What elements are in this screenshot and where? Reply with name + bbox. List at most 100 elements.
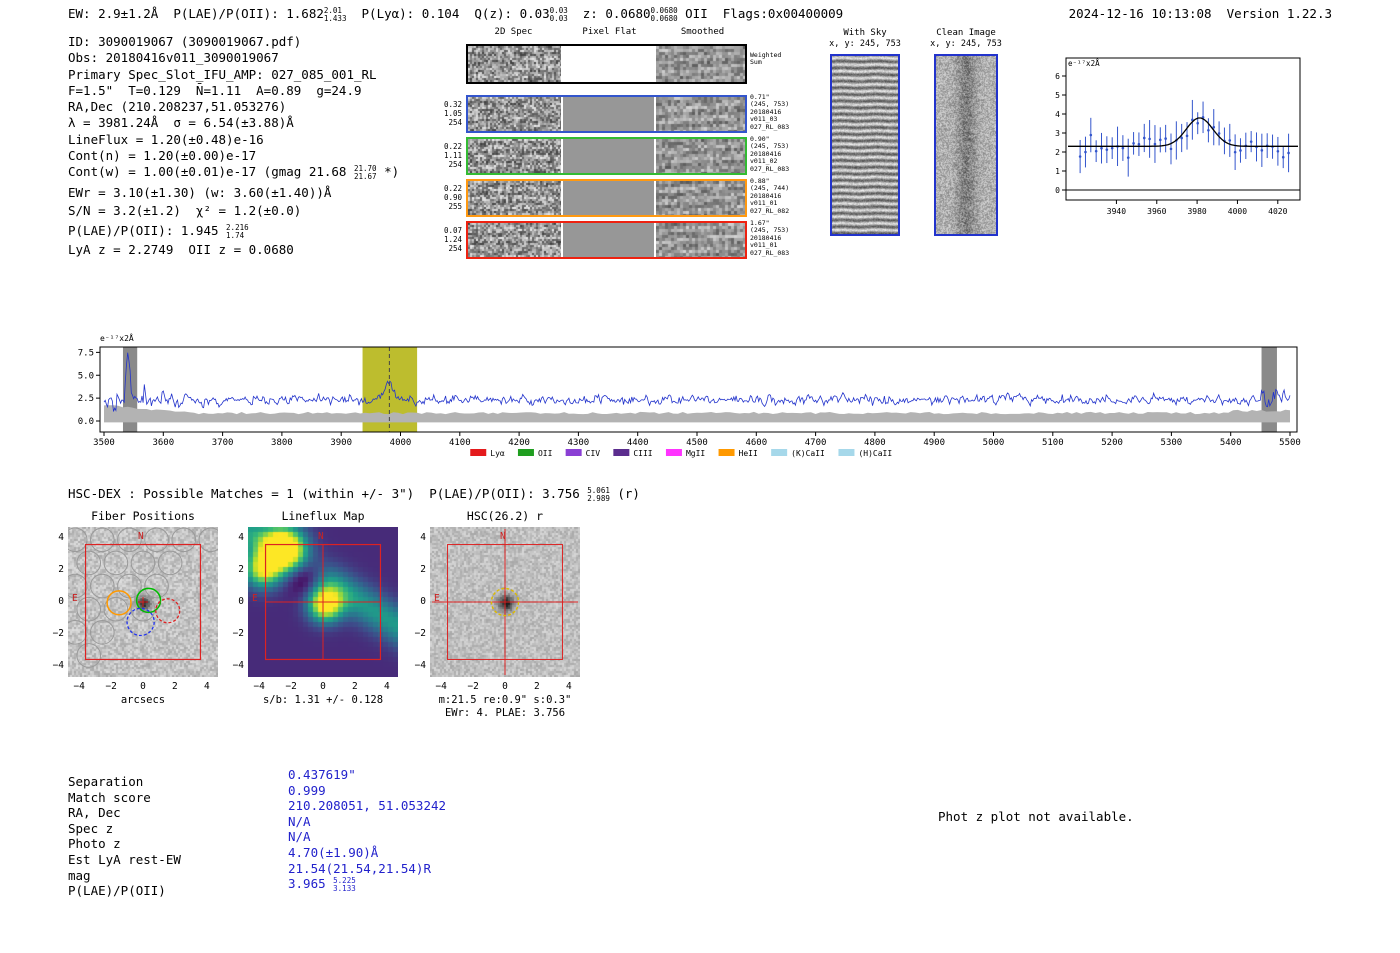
cutout-x-tick: 0 xyxy=(502,681,508,692)
y-tick-label: 7.5 xyxy=(78,348,94,358)
info-line: S/N = 3.2(±1.2) χ² = 1.2(±0.0) xyxy=(68,203,399,219)
spec2d-row xyxy=(466,137,747,175)
cutout-y-tick: 4 xyxy=(420,532,426,544)
cutout-y-tick: −2 xyxy=(232,627,244,639)
text-token: S/N = 3.2(±1.2) χ² = 1.2(±0.0) xyxy=(68,203,302,219)
text-token: ID: 3090019067 (3090019067.pdf) xyxy=(68,34,302,49)
left-label-line: 254 xyxy=(448,118,462,127)
cutout-y-tick: 4 xyxy=(58,532,64,544)
smoothed-image xyxy=(656,46,745,82)
fiber-circle xyxy=(76,596,102,622)
sup-sub-stack: 0.0680 0.0680 xyxy=(651,6,678,23)
spec2d-row-right-labels: 1.67" (245, 753) 20180416 v011_01 027_RL_083 xyxy=(750,219,790,257)
x-tick-label: 5300 xyxy=(1161,438,1183,448)
spec2d-image xyxy=(468,181,561,215)
pixel-flat-image xyxy=(563,139,654,173)
legend-label: OII xyxy=(538,449,553,458)
inset-ylabel: e⁻¹⁷x2Å xyxy=(1068,59,1100,68)
cutout-overlay xyxy=(264,543,382,661)
text-token: Cont(w) = 1.00(±0.01)e-17 (gmag 21.68 xyxy=(68,164,354,180)
data-point xyxy=(1089,133,1093,137)
match-row-value: 21.54(21.54,21.54)R xyxy=(288,861,446,877)
cutout-y-tick: −4 xyxy=(52,659,64,671)
spec2d-row-left-labels: 0.22 0.90 255 xyxy=(440,184,462,211)
info-line: Obs: 20180416v011_3090019067 xyxy=(68,50,399,66)
fiber-circle xyxy=(144,573,169,599)
spec2d-row-left-labels: 0.32 1.05 254 xyxy=(440,100,462,127)
x-tick-label: 3600 xyxy=(152,438,174,448)
selected-fiber-circle xyxy=(135,587,162,614)
error-band xyxy=(104,405,1290,423)
info-line: LyA z = 2.2749 OII z = 0.0680 xyxy=(68,242,399,258)
compass-north: N xyxy=(500,531,506,542)
right-label-line: 027_RL_083 xyxy=(750,122,790,131)
text-token: HSC-DEX : Possible Matches = 1 (within +… xyxy=(68,486,588,501)
info-line: F=1.5" T=0.129 N̄=1.11 A=0.89 g=24.9 xyxy=(68,83,399,99)
detection-info-block: ID: 3090019067 (3090019067.pdf) Obs: 2018… xyxy=(68,34,399,258)
spec2d-col-header: Smoothed xyxy=(680,27,725,37)
x-tick-label: 3980 xyxy=(1187,207,1206,216)
match-label-column: Separation Match score RA, Dec Spec z Photo … xyxy=(68,774,181,899)
sub-value: 21.67 xyxy=(353,171,377,181)
match-value-column: 0.437619" 0.999 210.208051, 51.053242 N/A N/… xyxy=(288,767,446,893)
left-label-line: 0.07 xyxy=(443,226,462,235)
text-token: Cont(n) = 1.20(±0.00)e-17 xyxy=(68,148,257,164)
x-tick-label: 4100 xyxy=(449,438,471,448)
spectrum-ylabel: e⁻¹⁷x2Å xyxy=(100,334,134,343)
x-tick-label: 4400 xyxy=(627,438,649,448)
data-point xyxy=(1126,156,1130,159)
fiber-circle xyxy=(130,550,156,576)
pixel-flat-image xyxy=(563,181,654,215)
spec2d-row-right-labels: 0.71" (245, 753) 20180416 v011_03 027_RL_083 xyxy=(750,93,790,131)
cutout-title: HSC(26.2) r xyxy=(466,509,544,523)
spec2d-col-header: Pixel Flat xyxy=(582,27,637,37)
pixel-flat-image xyxy=(563,97,654,131)
cutout-y-tick: 0 xyxy=(238,596,244,607)
pixel-flat-image xyxy=(563,223,654,257)
data-point xyxy=(1084,150,1087,154)
left-label-line: 255 xyxy=(448,202,462,211)
cutout-x-tick: 4 xyxy=(203,681,210,692)
x-tick-label: 3800 xyxy=(271,438,293,448)
weighted-sum-label: Weighted Sum xyxy=(750,51,782,67)
info-line: Cont(n) = 1.20(±0.00)e-17 xyxy=(68,148,399,164)
sup-sub-stack: 2.01 1.433 xyxy=(324,6,347,23)
data-point xyxy=(1180,136,1183,140)
cutout-x-tick: 0 xyxy=(320,681,326,692)
hsc-dex-header: HSC-DEX : Possible Matches = 1 (within +… xyxy=(68,486,640,503)
y-tick-label: 2 xyxy=(1055,148,1060,157)
compass-north: N xyxy=(138,531,144,542)
fiber-circle xyxy=(76,550,102,576)
legend-label: HeII xyxy=(739,449,758,458)
match-row-label: P(LAE)/P(OII) xyxy=(68,883,166,899)
x-tick-label: 4000 xyxy=(390,438,412,448)
compass-north: N xyxy=(318,531,324,542)
left-label-line: 0.22 xyxy=(443,142,462,151)
data-point xyxy=(1169,147,1173,151)
spec2d-row-right-labels: 0.88" (245, 744) 20180416 v011_01 027_RL_082 xyxy=(750,177,789,215)
legend-swatch xyxy=(565,449,582,456)
pixel-flat-blank xyxy=(563,46,654,82)
info-line: Primary Spec_Slot_IFU_AMP: 027_085_001_R… xyxy=(68,67,399,83)
data-point xyxy=(1287,151,1290,155)
legend-swatch xyxy=(665,449,682,456)
legend-swatch xyxy=(470,449,487,456)
x-tick-label: 4700 xyxy=(805,438,827,448)
x-tick-label: 4800 xyxy=(864,438,886,448)
legend-swatch xyxy=(771,449,788,456)
text-token: 21.54(21.54,21.54)R xyxy=(288,860,431,876)
legend-swatch xyxy=(718,449,735,456)
right-label-line: 027_RL_083 xyxy=(750,248,790,257)
cutout-x-tick: −4 xyxy=(73,681,85,692)
y-tick-label: 0 xyxy=(1055,186,1060,195)
legend-label: Lyα xyxy=(490,449,505,458)
sup-sub-stack: 0.03 0.03 xyxy=(550,6,568,23)
spec2d-image xyxy=(468,97,561,131)
x-tick-label: 5200 xyxy=(1101,438,1123,448)
cutout-title: Lineflux Map xyxy=(281,509,365,523)
text-token: 0.437619" xyxy=(288,767,356,782)
report-datetime: 2024-12-16 10:13:08 xyxy=(1068,6,1212,21)
x-tick-label: 4900 xyxy=(923,438,945,448)
spec2d-image xyxy=(468,223,561,257)
legend-swatch xyxy=(838,449,855,456)
